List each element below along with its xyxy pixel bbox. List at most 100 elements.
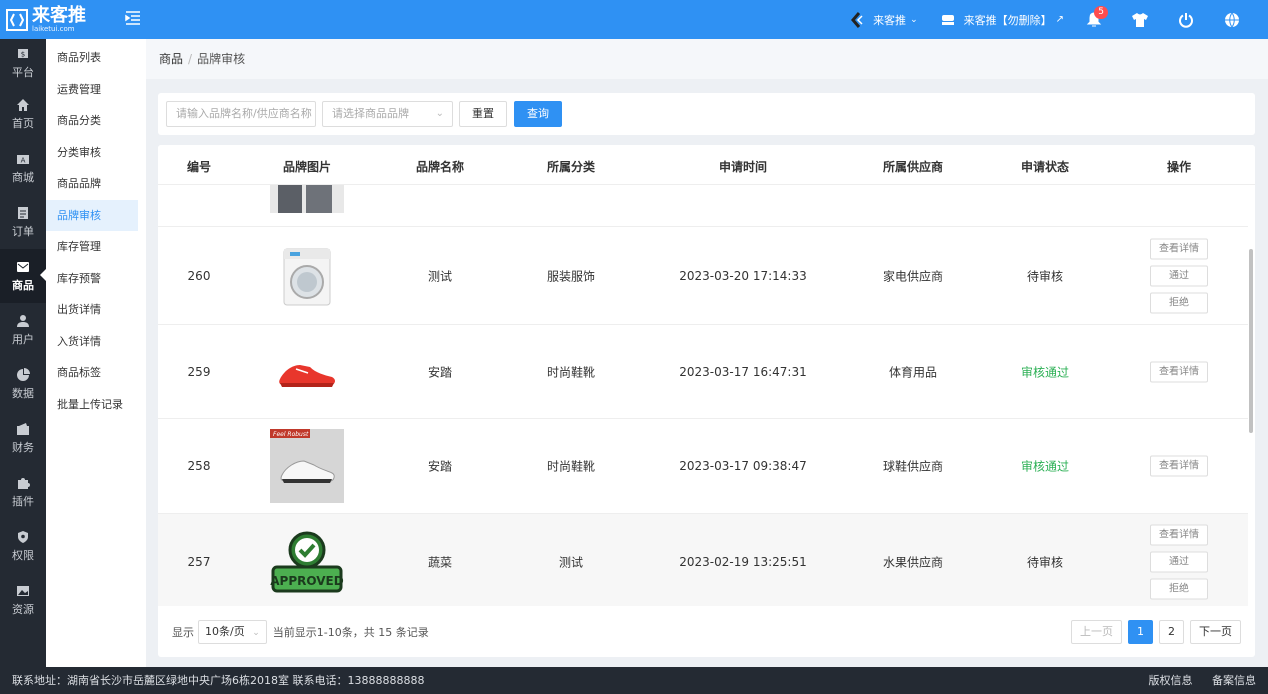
submenu-category[interactable]: 商品分类 bbox=[46, 105, 146, 137]
nav-plugins[interactable]: 插件 bbox=[0, 465, 46, 519]
menu-toggle-icon[interactable] bbox=[124, 9, 142, 27]
table-body: 260 测试 服装服饰 2023-03-20 17:14:33 家电供应商 待审… bbox=[158, 185, 1248, 606]
submenu-brand[interactable]: 商品品牌 bbox=[46, 168, 146, 200]
nav-platform[interactable]: $ 平台 bbox=[0, 39, 46, 87]
row-apply-time: 2023-03-17 16:47:31 bbox=[679, 364, 807, 379]
icp-link[interactable]: 备案信息 bbox=[1212, 674, 1256, 687]
brand-select[interactable]: 请选择商品品牌 ⌄ bbox=[322, 101, 453, 127]
submenu-category-review[interactable]: 分类审核 bbox=[46, 137, 146, 169]
bell-icon: 5 bbox=[1084, 5, 1108, 30]
page-size-select[interactable]: 10条/页 ⌄ bbox=[198, 619, 267, 644]
table-row: 257 APPROVED 蔬菜 测试 2023-02-19 13:25:51 水… bbox=[158, 514, 1248, 606]
keyword-input[interactable]: 请输入品牌名称/供应商名称 bbox=[166, 101, 316, 127]
row-supplier: 体育用品 bbox=[888, 365, 937, 379]
submenu-shipping[interactable]: 运费管理 bbox=[46, 74, 146, 106]
breadcrumb: 商品 / 品牌审核 bbox=[146, 39, 1268, 79]
row-status: 审核通过 bbox=[1020, 365, 1069, 379]
washing-machine-image bbox=[270, 239, 344, 313]
store-switcher[interactable]: 来客推 ⌄ bbox=[847, 10, 918, 30]
submenu-batch-upload[interactable]: 批量上传记录 bbox=[46, 389, 146, 421]
reject-button[interactable]: 拒绝 bbox=[1150, 292, 1208, 313]
view-detail-button[interactable]: 查看详情 bbox=[1150, 361, 1208, 382]
reset-button[interactable]: 重置 bbox=[459, 101, 507, 127]
page-1-button[interactable]: 1 bbox=[1128, 620, 1153, 644]
account-icon bbox=[938, 10, 958, 30]
logo-name: 来客推 bbox=[32, 4, 86, 26]
row-id: 258 bbox=[187, 459, 211, 473]
footer: 联系地址：湖南省长沙市岳麓区绿地中央广场6栋2018室 联系电话：1388888… bbox=[0, 667, 1268, 694]
submenu-brand-review[interactable]: 品牌审核 bbox=[46, 199, 138, 231]
notifications[interactable]: 5 bbox=[1084, 5, 1110, 30]
submenu-inbound[interactable]: 入货详情 bbox=[46, 326, 146, 358]
nav-home[interactable]: 首页 bbox=[0, 87, 46, 141]
prev-page-button[interactable]: 上一页 bbox=[1071, 620, 1122, 644]
theme-button[interactable] bbox=[1130, 10, 1156, 30]
submenu-inventory[interactable]: 库存管理 bbox=[46, 231, 146, 263]
power-icon bbox=[1176, 10, 1196, 30]
table-row: 259 安踏 时尚鞋靴 2023-03-17 16:47:31 体育用品 审核通… bbox=[158, 325, 1248, 419]
row-id: 259 bbox=[187, 364, 211, 379]
svg-text:$: $ bbox=[21, 50, 25, 58]
row-status: 待审核 bbox=[1026, 555, 1063, 569]
row-actions: 查看详情 bbox=[1121, 355, 1237, 388]
page-2-button[interactable]: 2 bbox=[1159, 620, 1184, 644]
submenu-stock-alert[interactable]: 库存预警 bbox=[46, 263, 146, 295]
row-supplier: 球鞋供应商 bbox=[882, 459, 943, 474]
globe-icon bbox=[1222, 10, 1242, 30]
nav-label: 用户 bbox=[12, 332, 34, 346]
next-page-button[interactable]: 下一页 bbox=[1190, 620, 1241, 644]
top-header: 来客推 laiketui.com 来客推 ⌄ 来客推【勿删除】 ↗ 5 bbox=[0, 0, 1268, 39]
submenu-product-list[interactable]: 商品列表 bbox=[46, 42, 146, 74]
logo-domain: laiketui.com bbox=[32, 24, 75, 33]
nav-users[interactable]: 用户 bbox=[0, 303, 46, 357]
logout-button[interactable] bbox=[1176, 10, 1202, 30]
home-icon bbox=[17, 98, 29, 111]
nav-label: 商城 bbox=[12, 170, 34, 184]
copyright-link[interactable]: 版权信息 bbox=[1149, 674, 1193, 687]
nav-label: 权限 bbox=[12, 548, 34, 562]
submenu-tags[interactable]: 商品标签 bbox=[46, 357, 146, 389]
submenu-outbound[interactable]: 出货详情 bbox=[46, 294, 146, 326]
language-button[interactable] bbox=[1222, 10, 1248, 30]
nav-products[interactable]: 商品 bbox=[0, 249, 46, 303]
row-id: 260 bbox=[187, 268, 211, 283]
breadcrumb-root[interactable]: 商品 bbox=[159, 52, 183, 66]
view-detail-button[interactable]: 查看详情 bbox=[1150, 238, 1208, 259]
row-category: 时尚鞋靴 bbox=[546, 459, 595, 474]
logo-mark-icon bbox=[6, 8, 28, 31]
reject-button[interactable]: 拒绝 bbox=[1150, 578, 1208, 599]
nav-label: 平台 bbox=[12, 65, 34, 79]
shirt-icon bbox=[1130, 10, 1150, 30]
row-actions: 查看详情 通过 拒绝 bbox=[1121, 518, 1237, 605]
nav-label: 商品 bbox=[12, 278, 34, 292]
nav-permissions[interactable]: 权限 bbox=[0, 519, 46, 573]
image-icon bbox=[17, 585, 29, 596]
nav-data[interactable]: 数据 bbox=[0, 357, 46, 411]
user-icon bbox=[17, 314, 29, 327]
row-apply-time: 2023-03-17 09:38:47 bbox=[679, 459, 807, 473]
row-brand-name: 安踏 bbox=[427, 365, 452, 379]
nav-store[interactable]: A 商城 bbox=[0, 141, 46, 195]
table-scrollbar[interactable] bbox=[1249, 249, 1253, 433]
table-header: 编号 品牌图片 品牌名称 所属分类 申请时间 所属供应商 申请状态 操作 bbox=[158, 145, 1255, 185]
row-status: 待审核 bbox=[1026, 269, 1063, 283]
approved-text: APPROVED bbox=[270, 574, 343, 588]
header-apply-time: 申请时间 bbox=[718, 160, 767, 174]
approve-button[interactable]: 通过 bbox=[1150, 551, 1208, 572]
approve-button[interactable]: 通过 bbox=[1150, 265, 1208, 286]
chevron-down-icon: ⌄ bbox=[252, 627, 260, 638]
sub-nav: 商品列表 运费管理 商品分类 分类审核 商品品牌 品牌审核 库存管理 库存预警 … bbox=[46, 39, 146, 667]
table-row: 258 Feel Robust 安踏 时尚鞋靴 2023-03-17 09:38… bbox=[158, 419, 1248, 514]
main-nav: $ 平台 首页 A 商城 订单 商品 用户 数据 财务 插件 权限 资源 bbox=[0, 39, 46, 667]
view-detail-button[interactable]: 查看详情 bbox=[1150, 455, 1208, 477]
nav-resources[interactable]: 资源 bbox=[0, 573, 46, 627]
row-actions: 查看详情 bbox=[1121, 450, 1237, 483]
account-menu[interactable]: 来客推【勿删除】 ↗ bbox=[938, 10, 1064, 30]
header-status: 申请状态 bbox=[1020, 160, 1069, 174]
shield-icon bbox=[18, 530, 28, 543]
search-button[interactable]: 查询 bbox=[514, 101, 562, 127]
dollar-icon: $ bbox=[18, 48, 28, 58]
view-detail-button[interactable]: 查看详情 bbox=[1150, 524, 1208, 545]
nav-finance[interactable]: 财务 bbox=[0, 411, 46, 465]
nav-orders[interactable]: 订单 bbox=[0, 195, 46, 249]
